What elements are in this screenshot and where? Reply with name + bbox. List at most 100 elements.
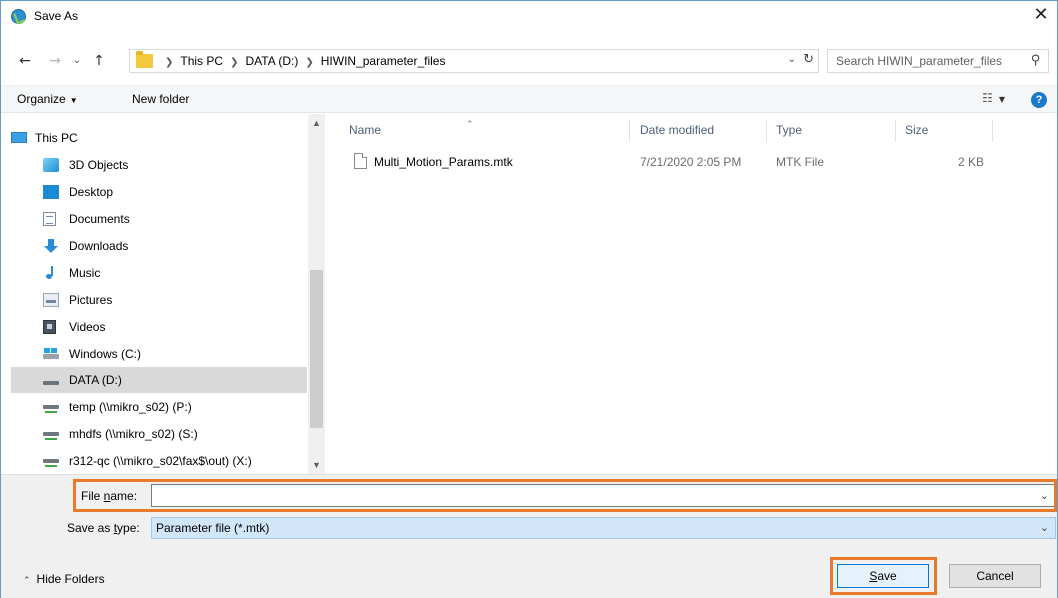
nav-item-this-pc[interactable]: This PC bbox=[11, 125, 307, 151]
save-type-select[interactable]: Parameter file (*.mtk) ⌄ bbox=[151, 517, 1056, 539]
nav-item-label: r312-qc (\\mikro_s02\fax$\out) (X:) bbox=[69, 454, 252, 468]
label-part: Save as bbox=[67, 521, 114, 535]
chevron-down-icon[interactable]: ⌄ bbox=[1040, 489, 1049, 502]
file-row[interactable]: Multi_Motion_Params.mtk 7/21/2020 2:05 P… bbox=[344, 150, 994, 174]
downloads-icon bbox=[43, 239, 59, 253]
nav-item-downloads[interactable]: Downloads bbox=[11, 233, 307, 259]
column-header-name[interactable]: Name bbox=[349, 118, 381, 142]
new-folder-button[interactable]: New folder bbox=[132, 92, 189, 106]
nav-item-mhdfs-s[interactable]: mhdfs (\\mikro_s02) (S:) bbox=[11, 421, 307, 447]
breadcrumb-item[interactable]: HIWIN_parameter_files bbox=[321, 54, 446, 68]
chevron-down-icon[interactable]: ⌄ bbox=[1040, 521, 1049, 534]
column-divider[interactable] bbox=[992, 120, 993, 142]
navigation-pane: This PC 3D Objects Desktop Documents Dow… bbox=[1, 114, 324, 474]
search-icon[interactable]: ⚲ bbox=[1031, 53, 1041, 68]
documents-icon bbox=[43, 212, 56, 226]
nav-item-documents[interactable]: Documents bbox=[11, 206, 307, 232]
pc-icon bbox=[11, 132, 27, 143]
file-name-field[interactable]: ⌄ bbox=[151, 484, 1056, 507]
address-bar[interactable]: ❯ This PC ❯ DATA (D:) ❯ HIWIN_parameter_files… bbox=[129, 49, 819, 73]
forward-arrow-icon[interactable]: → bbox=[45, 50, 65, 72]
scrollbar-thumb[interactable] bbox=[310, 270, 323, 428]
hide-folders-button[interactable]: ⌃ Hide Folders bbox=[23, 572, 105, 586]
view-options-button[interactable]: ☷ ▼ bbox=[982, 91, 1005, 105]
nav-item-music[interactable]: Music bbox=[11, 260, 307, 286]
desktop-icon bbox=[43, 185, 59, 199]
save-type-value: Parameter file (*.mtk) bbox=[156, 521, 270, 535]
nav-item-label: Documents bbox=[69, 212, 130, 226]
title-bar: Save As ✕ bbox=[1, 1, 1057, 31]
3d-objects-icon bbox=[43, 158, 59, 172]
chevron-right-icon[interactable]: ❯ bbox=[305, 57, 313, 68]
nav-scrollbar[interactable]: ▲ ▼ bbox=[308, 114, 325, 474]
save-as-dialog: Save As ✕ ← → ⌄ ↑ ❯ This PC ❯ DATA (D:) ❯ HIW… bbox=[0, 0, 1058, 598]
nav-item-label: DATA (D:) bbox=[69, 373, 122, 387]
cancel-button[interactable]: Cancel bbox=[949, 564, 1041, 588]
scroll-up-icon[interactable]: ▲ bbox=[310, 118, 323, 128]
address-row: ← → ⌄ ↑ ❯ This PC ❯ DATA (D:) ❯ HIWIN_paramet… bbox=[1, 47, 1057, 75]
caret-down-icon: ▼ bbox=[69, 96, 78, 105]
network-drive-icon bbox=[43, 454, 59, 468]
network-drive-icon bbox=[43, 427, 59, 441]
column-divider[interactable] bbox=[895, 120, 896, 142]
nav-item-videos[interactable]: Videos bbox=[11, 314, 307, 340]
nav-item-data-d[interactable]: DATA (D:) bbox=[11, 367, 307, 393]
nav-item-label: Pictures bbox=[69, 293, 113, 307]
folder-icon bbox=[136, 51, 153, 68]
refresh-icon[interactable]: ↻ bbox=[803, 52, 814, 67]
search-box[interactable]: ⚲ bbox=[827, 49, 1049, 73]
chevron-right-icon[interactable]: ❯ bbox=[230, 57, 238, 68]
command-bar: Organize ▼ New folder ☷ ▼ ? bbox=[1, 85, 1057, 113]
column-divider[interactable] bbox=[629, 120, 630, 142]
drive-icon bbox=[43, 373, 59, 387]
save-type-label: Save as type: bbox=[67, 521, 140, 535]
nav-item-label: Windows (C:) bbox=[69, 347, 142, 361]
help-icon[interactable]: ? bbox=[1031, 92, 1047, 108]
search-input[interactable] bbox=[836, 51, 1026, 71]
network-drive-icon bbox=[43, 400, 59, 414]
breadcrumb-item[interactable]: This PC bbox=[180, 54, 223, 68]
file-size: 2 KB bbox=[958, 155, 985, 169]
nav-item-r312-qc-x[interactable]: r312-qc (\\mikro_s02\fax$\out) (X:) bbox=[11, 448, 307, 474]
file-name: Multi_Motion_Params.mtk bbox=[374, 155, 513, 169]
save-button[interactable]: Save bbox=[837, 564, 929, 588]
column-header-size[interactable]: Size bbox=[905, 118, 928, 142]
chevron-up-icon: ⌃ bbox=[23, 575, 31, 585]
nav-item-label: Music bbox=[69, 266, 101, 280]
close-icon[interactable]: ✕ bbox=[1031, 5, 1051, 25]
label-part: File bbox=[81, 489, 104, 503]
nav-item-desktop[interactable]: Desktop bbox=[11, 179, 307, 205]
breadcrumb: ❯ This PC ❯ DATA (D:) ❯ HIWIN_parameter_files bbox=[158, 54, 445, 68]
caret-down-icon: ▼ bbox=[998, 95, 1005, 104]
file-list: Name ⌃ Date modified Type Size Multi_Mot… bbox=[324, 114, 1057, 474]
save-options-panel: File name: ⌄ Save as type: Parameter fil… bbox=[1, 474, 1057, 598]
chevron-down-icon[interactable]: ⌄ bbox=[788, 54, 796, 65]
scroll-down-icon[interactable]: ▼ bbox=[310, 460, 323, 470]
up-arrow-icon[interactable]: ↑ bbox=[89, 50, 109, 72]
details-view-icon: ☷ bbox=[982, 91, 993, 105]
chevron-right-icon: ❯ bbox=[165, 57, 174, 68]
nav-item-label: mhdfs (\\mikro_s02) (S:) bbox=[69, 427, 198, 441]
back-arrow-icon[interactable]: ← bbox=[15, 50, 35, 72]
music-icon bbox=[43, 266, 59, 280]
recent-locations-chevron-icon[interactable]: ⌄ bbox=[67, 50, 87, 72]
file-date: 7/21/2020 2:05 PM bbox=[640, 155, 742, 169]
nav-item-3d-objects[interactable]: 3D Objects bbox=[11, 152, 307, 178]
column-divider[interactable] bbox=[766, 120, 767, 142]
windows-drive-icon bbox=[43, 347, 59, 361]
column-header-date-modified[interactable]: Date modified bbox=[640, 118, 714, 142]
nav-item-label: temp (\\mikro_s02) (P:) bbox=[69, 400, 192, 414]
nav-item-label: Videos bbox=[69, 320, 106, 334]
hide-folders-label: Hide Folders bbox=[36, 572, 105, 586]
nav-item-label: 3D Objects bbox=[69, 158, 129, 172]
file-name-label: File name: bbox=[81, 489, 137, 503]
file-type: MTK File bbox=[776, 155, 824, 169]
nav-item-label: Downloads bbox=[69, 239, 129, 253]
nav-item-windows-c[interactable]: Windows (C:) bbox=[11, 341, 307, 367]
column-header-type[interactable]: Type bbox=[776, 118, 802, 142]
nav-item-label: Desktop bbox=[69, 185, 114, 199]
nav-item-pictures[interactable]: Pictures bbox=[11, 287, 307, 313]
breadcrumb-item[interactable]: DATA (D:) bbox=[245, 54, 298, 68]
nav-item-temp-p[interactable]: temp (\\mikro_s02) (P:) bbox=[11, 394, 307, 420]
organize-button[interactable]: Organize ▼ bbox=[17, 92, 78, 106]
